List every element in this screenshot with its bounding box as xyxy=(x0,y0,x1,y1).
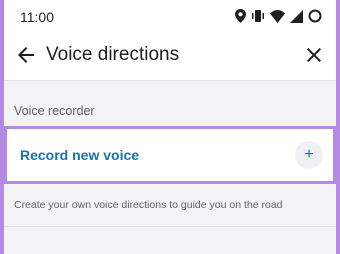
status-time: 11:00 xyxy=(20,9,54,25)
section-header: Voice recorder xyxy=(14,104,95,118)
signal-icon xyxy=(290,9,303,26)
record-item-label: Record new voice xyxy=(20,147,140,163)
vibrate-icon xyxy=(251,9,265,26)
status-icons xyxy=(235,9,322,26)
location-icon xyxy=(235,9,246,26)
status-bar: 11:00 xyxy=(4,0,336,30)
divider xyxy=(4,226,336,227)
wifi-icon xyxy=(270,9,285,26)
helper-text: Create your own voice directions to guid… xyxy=(14,199,283,211)
plus-icon: + xyxy=(304,146,314,163)
page-title: Voice directions xyxy=(46,44,180,65)
screen: 11:00 Voice directions Voice recorder Re… xyxy=(4,0,336,254)
record-new-voice-item[interactable]: Record new voice + xyxy=(4,126,336,184)
close-icon[interactable] xyxy=(302,43,326,67)
app-bar: Voice directions xyxy=(4,30,336,81)
add-button[interactable]: + xyxy=(295,141,323,169)
record-item-card[interactable]: Record new voice + xyxy=(4,126,336,184)
back-arrow-icon[interactable] xyxy=(14,43,38,67)
battery-icon xyxy=(308,9,322,26)
